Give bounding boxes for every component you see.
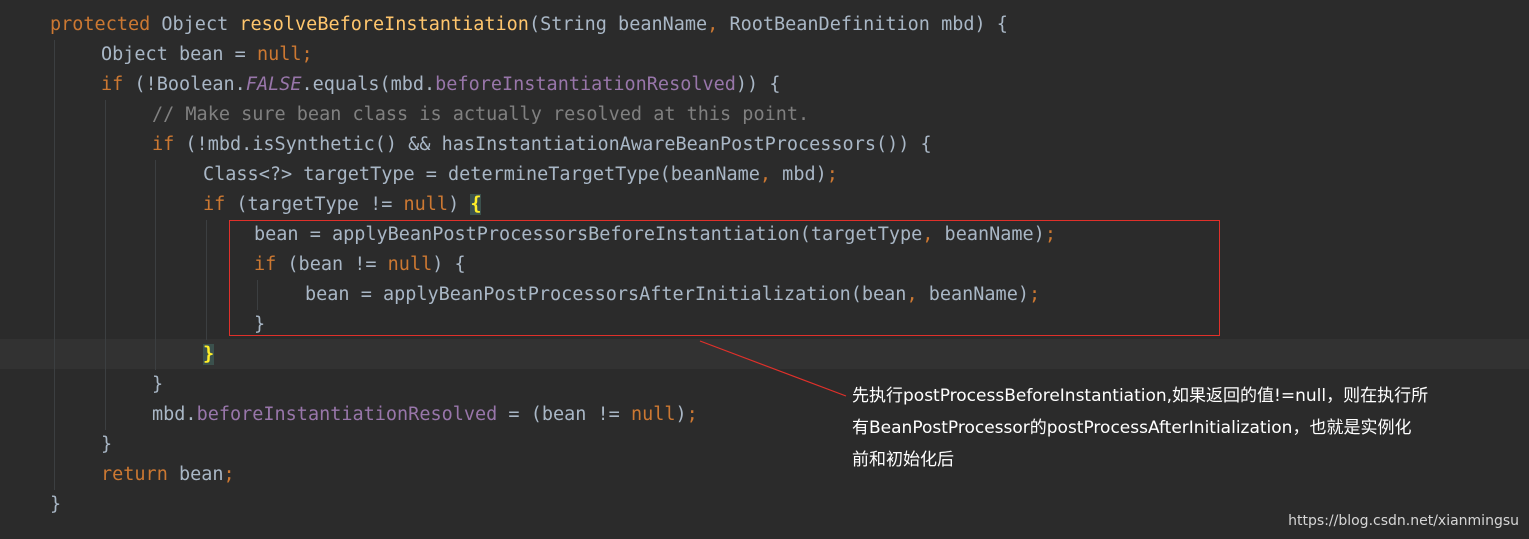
code-token: mbd. bbox=[152, 404, 197, 425]
code-token: ) bbox=[448, 194, 471, 215]
matched-brace: { bbox=[470, 194, 482, 215]
code-token: protected bbox=[50, 14, 151, 35]
code-token: } bbox=[50, 494, 62, 515]
code-token: if bbox=[152, 134, 175, 155]
indent-guide bbox=[54, 40, 55, 490]
code-token: (!Boolean. bbox=[123, 74, 246, 95]
code-line[interactable]: Class<?> targetType = determineTargetTyp… bbox=[203, 160, 838, 190]
code-token: resolveBeforeInstantiation bbox=[239, 14, 529, 35]
code-token: } bbox=[101, 434, 113, 455]
code-line[interactable]: if (!mbd.isSynthetic() && hasInstantiati… bbox=[152, 130, 932, 160]
annotation-line: 前和初始化后 bbox=[852, 450, 954, 470]
indent-guide bbox=[105, 100, 106, 430]
annotation-line: 先执行postProcessBeforeInstantiation,如果返回的值… bbox=[852, 386, 1429, 406]
code-token: RootBeanDefinition mbd) { bbox=[718, 14, 1008, 35]
code-token: null; bbox=[256, 44, 313, 65]
code-token: } bbox=[152, 374, 164, 395]
current-line-highlight bbox=[0, 339, 1529, 369]
code-line[interactable]: if (targetType != null) { bbox=[203, 190, 482, 220]
code-comment: // Make sure bean class is actually reso… bbox=[152, 104, 810, 125]
code-token: Object bean = bbox=[101, 44, 257, 65]
code-line[interactable]: // Make sure bean class is actually reso… bbox=[152, 100, 809, 130]
annotation-note: 先执行postProcessBeforeInstantiation,如果返回的值… bbox=[852, 380, 1462, 476]
code-line[interactable]: protected Object resolveBeforeInstantiat… bbox=[50, 10, 1008, 40]
code-line[interactable]: } bbox=[101, 430, 112, 460]
watermark: https://blog.csdn.net/xianmingsu bbox=[1288, 513, 1519, 529]
code-token: beforeInstantiationResolved bbox=[196, 404, 498, 425]
code-token: beforeInstantiationResolved bbox=[435, 74, 736, 95]
code-token: ; bbox=[686, 404, 698, 425]
indent-guide bbox=[206, 220, 207, 340]
code-token: ) bbox=[675, 404, 687, 425]
code-token: , bbox=[707, 14, 719, 35]
code-token: return bbox=[101, 464, 168, 485]
code-token: )) { bbox=[735, 74, 781, 95]
code-line[interactable]: if (!Boolean.FALSE.equals(mbd.beforeInst… bbox=[101, 70, 780, 100]
code-token: ; bbox=[223, 464, 235, 485]
code-token: null bbox=[403, 194, 449, 215]
code-token: Object bbox=[150, 14, 240, 35]
code-line[interactable]: Object bean = null; bbox=[101, 40, 313, 70]
annotation-line: 有BeanPostProcessor的postProcessAfterIniti… bbox=[852, 418, 1412, 438]
code-token: if bbox=[101, 74, 124, 95]
code-token: (!mbd.isSynthetic() && hasInstantiationA… bbox=[174, 134, 932, 155]
code-token: mbd) bbox=[771, 164, 827, 185]
code-token: (targetType != bbox=[225, 194, 404, 215]
code-line[interactable]: } bbox=[152, 370, 163, 400]
code-token: Class<?> targetType = determineTargetTyp… bbox=[203, 164, 760, 185]
code-line[interactable]: } bbox=[50, 490, 61, 520]
code-line[interactable]: } bbox=[203, 340, 215, 370]
matched-brace: } bbox=[203, 344, 215, 365]
code-token: null bbox=[630, 404, 676, 425]
code-token: ; bbox=[826, 164, 838, 185]
code-line[interactable]: mbd.beforeInstantiationResolved = (bean … bbox=[152, 400, 698, 430]
code-token: (String beanName bbox=[528, 14, 708, 35]
indent-guide bbox=[155, 160, 156, 370]
code-token: if bbox=[203, 194, 226, 215]
code-token: FALSE bbox=[245, 74, 302, 95]
code-token: bean bbox=[167, 464, 224, 485]
code-line[interactable]: return bean; bbox=[101, 460, 235, 490]
code-token: = (bean != bbox=[497, 404, 631, 425]
highlight-box bbox=[229, 220, 1220, 336]
code-token: , bbox=[759, 164, 772, 185]
code-token: .equals(mbd. bbox=[301, 74, 436, 95]
